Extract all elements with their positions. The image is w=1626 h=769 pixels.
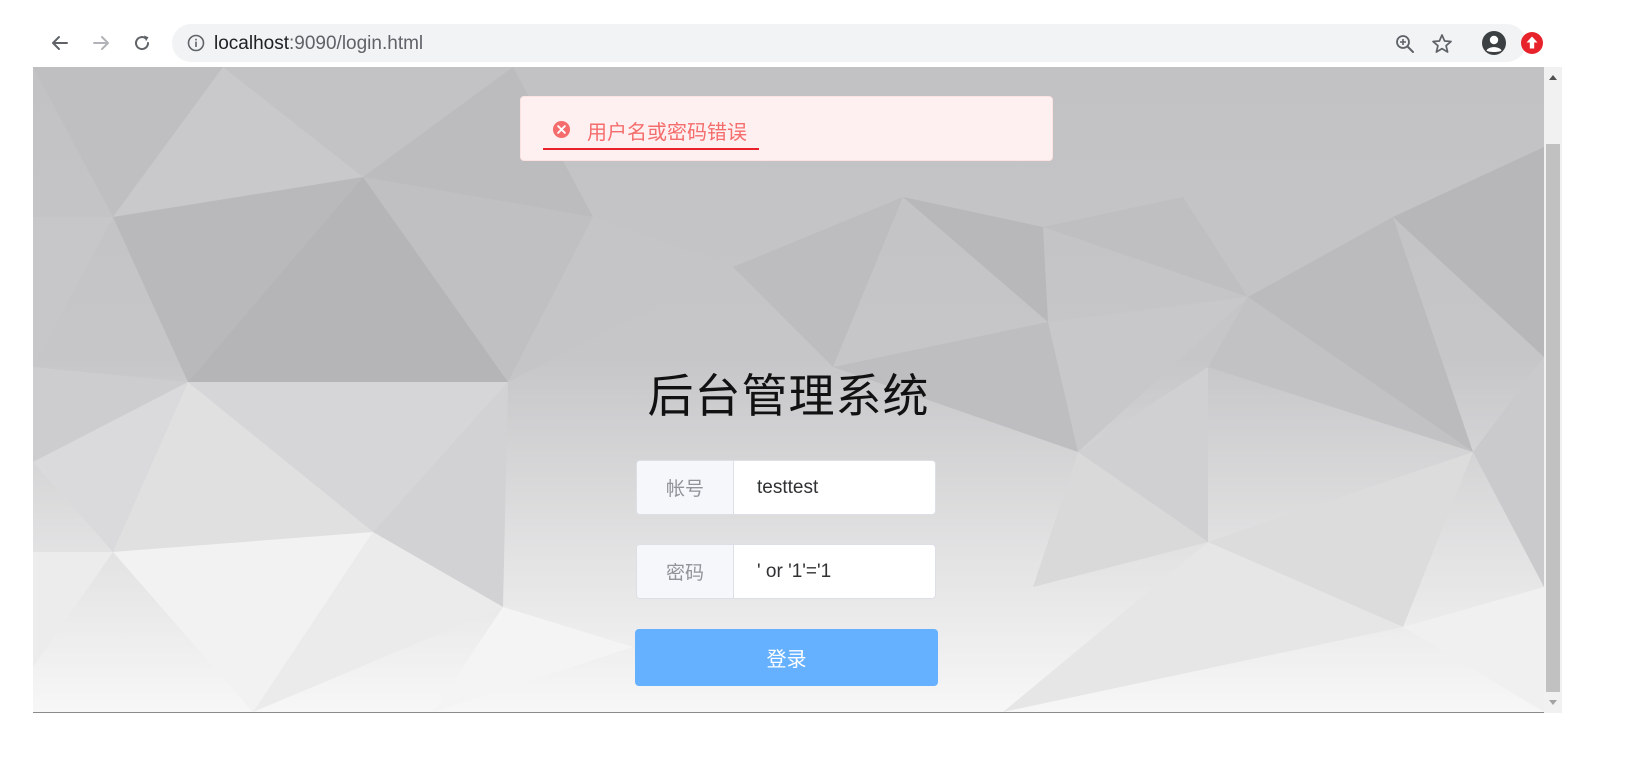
back-arrow-icon — [52, 36, 68, 50]
password-input[interactable] — [734, 545, 935, 598]
password-label: 密码 — [637, 545, 734, 598]
login-button[interactable]: 登录 — [635, 629, 938, 686]
password-field: 密码 — [636, 544, 936, 599]
scroll-down-arrow-icon[interactable] — [1544, 691, 1562, 713]
url-path: :9090/login.html — [289, 33, 424, 54]
address-bar[interactable]: localhost:9090/login.html — [172, 24, 1526, 62]
zoom-icon[interactable] — [1394, 33, 1416, 55]
profile-icon[interactable] — [1480, 29, 1508, 57]
alert-underline — [543, 148, 759, 150]
alert-message: 用户名或密码错误 — [587, 122, 747, 144]
url-text[interactable]: localhost:9090/login.html — [214, 33, 423, 55]
back-button[interactable] — [45, 28, 75, 58]
forward-button[interactable] — [86, 28, 116, 58]
error-circle-icon — [552, 120, 571, 139]
reload-button[interactable] — [127, 28, 157, 58]
extension-icon[interactable] — [1520, 31, 1544, 55]
username-field: 帐号 — [636, 460, 936, 515]
url-host: localhost — [214, 33, 289, 54]
username-input[interactable] — [734, 461, 935, 514]
browser-toolbar: localhost:9090/login.html — [0, 0, 1626, 67]
forward-arrow-icon — [93, 36, 109, 50]
scroll-up-arrow-icon[interactable] — [1544, 67, 1562, 89]
error-alert: 用户名或密码错误 — [520, 96, 1053, 161]
reload-icon — [135, 35, 150, 51]
username-label: 帐号 — [637, 461, 734, 514]
vertical-scrollbar[interactable] — [1544, 67, 1562, 713]
info-icon[interactable] — [186, 33, 206, 53]
page-title: 后台管理系统 — [647, 370, 930, 422]
page-viewport: 用户名或密码错误 后台管理系统 帐号 密码 登录 — [33, 67, 1544, 712]
scrollbar-thumb[interactable] — [1546, 144, 1560, 692]
star-icon[interactable] — [1430, 32, 1454, 56]
viewport-bottom-border — [33, 712, 1544, 713]
